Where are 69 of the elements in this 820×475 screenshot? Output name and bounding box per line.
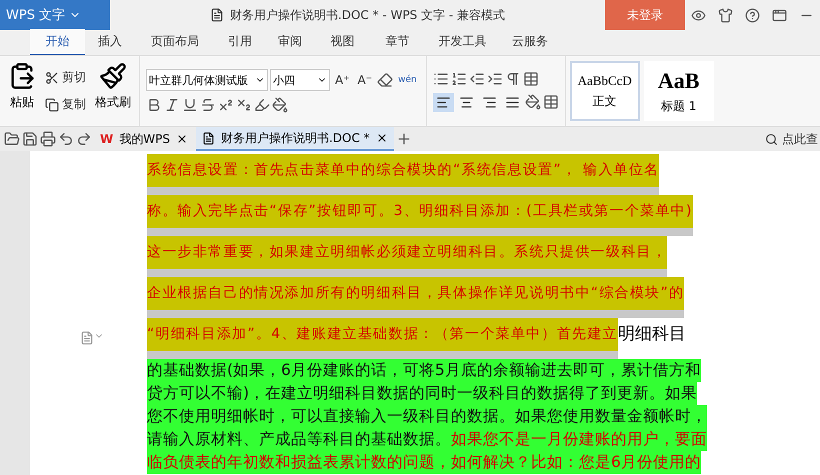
copy-icon xyxy=(45,98,59,112)
document-icon xyxy=(210,8,224,22)
undo-icon[interactable] xyxy=(58,131,74,147)
bullet-list-icon[interactable] xyxy=(432,70,449,86)
phonetic-button[interactable]: wén xyxy=(395,73,420,87)
ribbon-tab[interactable]: 页面布局 xyxy=(135,29,215,56)
paragraph-icon[interactable] xyxy=(80,331,104,345)
search-icon xyxy=(765,132,778,146)
ribbon-tab[interactable]: 审阅 xyxy=(265,29,315,56)
subscript-icon[interactable] xyxy=(236,97,252,113)
cut-button[interactable]: 剪切 xyxy=(42,67,89,88)
document-text: 的基础数据(如果，6月份建账的话，可将5月底的余额输进去即可，累计借方和 xyxy=(147,359,701,382)
app-menu-button[interactable]: WPS 文字 xyxy=(0,0,110,30)
paragraph-mark-icon[interactable] xyxy=(504,70,521,86)
close-icon xyxy=(376,132,388,144)
folder-icon[interactable] xyxy=(4,131,20,147)
style-preset[interactable]: AaBbCcD 正文 xyxy=(570,61,640,121)
document-tab[interactable]: W 我的WPS xyxy=(94,127,194,151)
document-text: 如果您不是一月份建账的用户，要面 xyxy=(451,428,707,451)
document-text: 这一步非常重要，如果建立明细帐必须建立明细科目。系统只提供一级科目， xyxy=(147,236,668,277)
format-painter-button[interactable]: 格式刷 xyxy=(93,60,133,122)
outdent-icon[interactable] xyxy=(468,70,485,86)
document-tab[interactable]: 财务用户操作说明书.DOC * xyxy=(196,127,394,151)
table-icon[interactable] xyxy=(522,70,539,86)
paste-button[interactable]: 粘贴 xyxy=(6,60,38,122)
grow-font-button[interactable]: A⁺ xyxy=(332,71,353,89)
shading-icon[interactable] xyxy=(524,94,541,110)
ribbon-tab[interactable]: 章节 xyxy=(370,29,425,56)
document-icon xyxy=(202,132,215,144)
eraser-icon[interactable] xyxy=(377,72,394,88)
ribbon-tab[interactable]: 插入 xyxy=(85,29,135,56)
document-text: 贷方可以不输)，在建立明细科目数据的同时一级科目的数据得了到更新。如果 xyxy=(147,382,698,405)
document-text: 请输入原材料、产成品等科目的基础数据。 xyxy=(147,428,451,451)
add-tab-icon[interactable] xyxy=(396,131,412,147)
document-text: 您不使用明细帐时，可以直接输入一级科目的数据。如果您使用数量金额帐时， xyxy=(147,405,707,428)
font-select[interactable]: 叶立群几何体测试版 xyxy=(146,69,268,91)
document-text: 临负债表的年初数和损益表累计数的问题，如何解决？比如：您是6月份使用的 xyxy=(147,451,701,474)
underline-icon[interactable] xyxy=(182,97,198,113)
italic-icon[interactable] xyxy=(164,97,180,113)
redo-icon[interactable] xyxy=(76,131,92,147)
ribbon-tab[interactable]: 开始 xyxy=(30,29,85,56)
document-text: 系统信息设置：首先点击菜单中的综合模块的“系统信息设置”， 输入单位名 xyxy=(147,154,660,195)
style-preset[interactable]: AaB 标题 1 xyxy=(644,61,714,121)
highlighter-icon[interactable] xyxy=(254,97,270,113)
indent-icon[interactable] xyxy=(486,70,503,86)
save-icon[interactable] xyxy=(22,131,38,147)
paintbrush-icon xyxy=(99,62,127,90)
copy-button[interactable]: 复制 xyxy=(42,94,89,115)
printer-icon[interactable] xyxy=(40,131,56,147)
superscript-icon[interactable] xyxy=(218,97,234,113)
numbered-list-icon[interactable] xyxy=(450,70,467,86)
font-size-select[interactable]: 小四 xyxy=(270,69,330,91)
document-text: 企业根据自己的情况添加所有的明细科目，具体操作详见说明书中“综合模块”的 xyxy=(147,277,684,318)
shrink-font-button[interactable]: A⁻ xyxy=(354,71,376,89)
ribbon-tab[interactable]: 开发工具 xyxy=(425,29,500,56)
window-title: 财务用户操作说明书.DOC * - WPS 文字 - 兼容模式 xyxy=(230,6,506,24)
search-field[interactable]: 点此查 xyxy=(765,130,820,148)
scissors-icon xyxy=(45,70,59,84)
paint-bucket-icon[interactable] xyxy=(272,97,288,113)
align-left-icon[interactable] xyxy=(432,92,454,112)
ribbon-tab[interactable]: 引用 xyxy=(215,29,265,56)
document-text: 称。输入完毕点击“保存”按钮即可。3、明细科目添加：(工具栏或第一个菜单中) xyxy=(147,195,693,236)
ribbon-tab[interactable]: 云服务 xyxy=(500,29,560,56)
ribbon-tab[interactable]: 视图 xyxy=(315,29,370,56)
document-text: 明细科目 xyxy=(618,323,686,346)
document-text: “明细科目添加”。4、建账建立基础数据：（第一个菜单中）首先建立 xyxy=(147,318,618,359)
strikethrough-icon[interactable] xyxy=(200,97,216,113)
close-icon xyxy=(176,133,188,145)
border-icon[interactable] xyxy=(542,94,559,110)
